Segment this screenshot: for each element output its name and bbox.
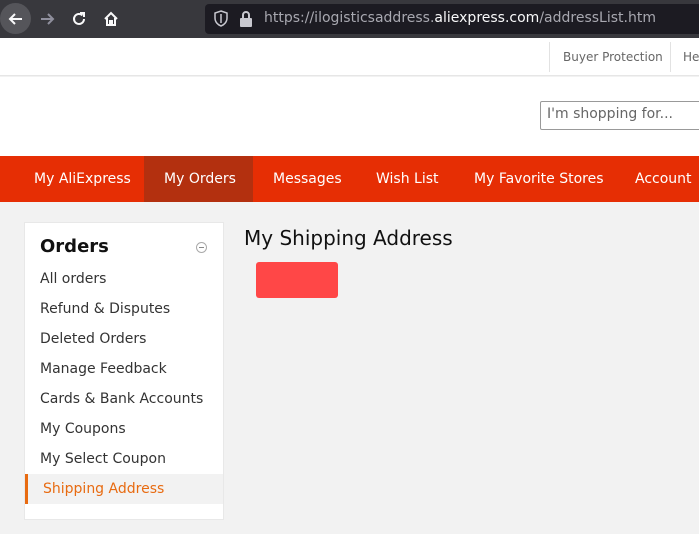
home-icon bbox=[104, 11, 118, 26]
browser-toolbar: https://ilogisticsaddress.aliexpress.com… bbox=[0, 0, 699, 38]
main-nav: My AliExpress My Orders Messages Wish Li… bbox=[0, 156, 699, 202]
reload-button[interactable] bbox=[66, 6, 92, 32]
sidebar-item-shipping-address[interactable]: Shipping Address bbox=[25, 474, 223, 504]
sidebar-item-cards-bank-accounts[interactable]: Cards & Bank Accounts bbox=[25, 384, 223, 414]
nav-item-messages[interactable]: Messages bbox=[253, 156, 362, 202]
nav-item-wish-list[interactable]: Wish List bbox=[356, 156, 459, 202]
divider bbox=[670, 42, 671, 72]
nav-item-my-orders[interactable]: My Orders bbox=[144, 156, 253, 202]
add-address-button[interactable] bbox=[256, 262, 338, 298]
shield-icon[interactable] bbox=[213, 10, 229, 28]
address-bar[interactable]: https://ilogisticsaddress.aliexpress.com… bbox=[205, 4, 699, 34]
buyer-protection-link[interactable]: Buyer Protection bbox=[563, 50, 663, 64]
nav-item-account[interactable]: Account bbox=[615, 156, 699, 202]
url-prefix: https://ilogisticsaddress. bbox=[264, 10, 435, 26]
sidebar-item-my-coupons[interactable]: My Coupons bbox=[25, 414, 223, 444]
sidebar-title: Orders bbox=[40, 236, 109, 257]
collapse-icon[interactable] bbox=[196, 242, 207, 253]
nav-item-my-aliexpress[interactable]: My AliExpress bbox=[14, 156, 151, 202]
arrow-left-icon bbox=[8, 12, 22, 25]
url-domain: aliexpress.com bbox=[434, 10, 540, 26]
arrow-right-icon bbox=[41, 13, 55, 25]
reload-icon bbox=[73, 12, 85, 25]
site-header: I'm shopping for... bbox=[0, 77, 699, 156]
back-button[interactable] bbox=[0, 3, 31, 34]
url-path: /addressList.htm bbox=[539, 10, 656, 26]
sidebar-item-my-select-coupon[interactable]: My Select Coupon bbox=[25, 444, 223, 474]
sidebar-item-manage-feedback[interactable]: Manage Feedback bbox=[25, 354, 223, 384]
home-button[interactable] bbox=[98, 6, 124, 32]
lock-icon[interactable] bbox=[239, 10, 253, 28]
divider bbox=[549, 42, 550, 72]
sidebar-item-all-orders[interactable]: All orders bbox=[25, 264, 223, 294]
sidebar-item-refund-disputes[interactable]: Refund & Disputes bbox=[25, 294, 223, 324]
page-title: My Shipping Address bbox=[244, 226, 453, 250]
sidebar-item-deleted-orders[interactable]: Deleted Orders bbox=[25, 324, 223, 354]
search-input[interactable]: I'm shopping for... bbox=[540, 101, 699, 130]
forward-button[interactable] bbox=[34, 6, 60, 32]
help-link[interactable]: He bbox=[683, 50, 699, 64]
utility-strip: Buyer Protection He bbox=[0, 38, 699, 76]
url-text: https://ilogisticsaddress.aliexpress.com… bbox=[264, 10, 656, 26]
nav-item-favorite-stores[interactable]: My Favorite Stores bbox=[454, 156, 624, 202]
orders-sidebar: Orders All orders Refund & Disputes Dele… bbox=[24, 222, 224, 520]
